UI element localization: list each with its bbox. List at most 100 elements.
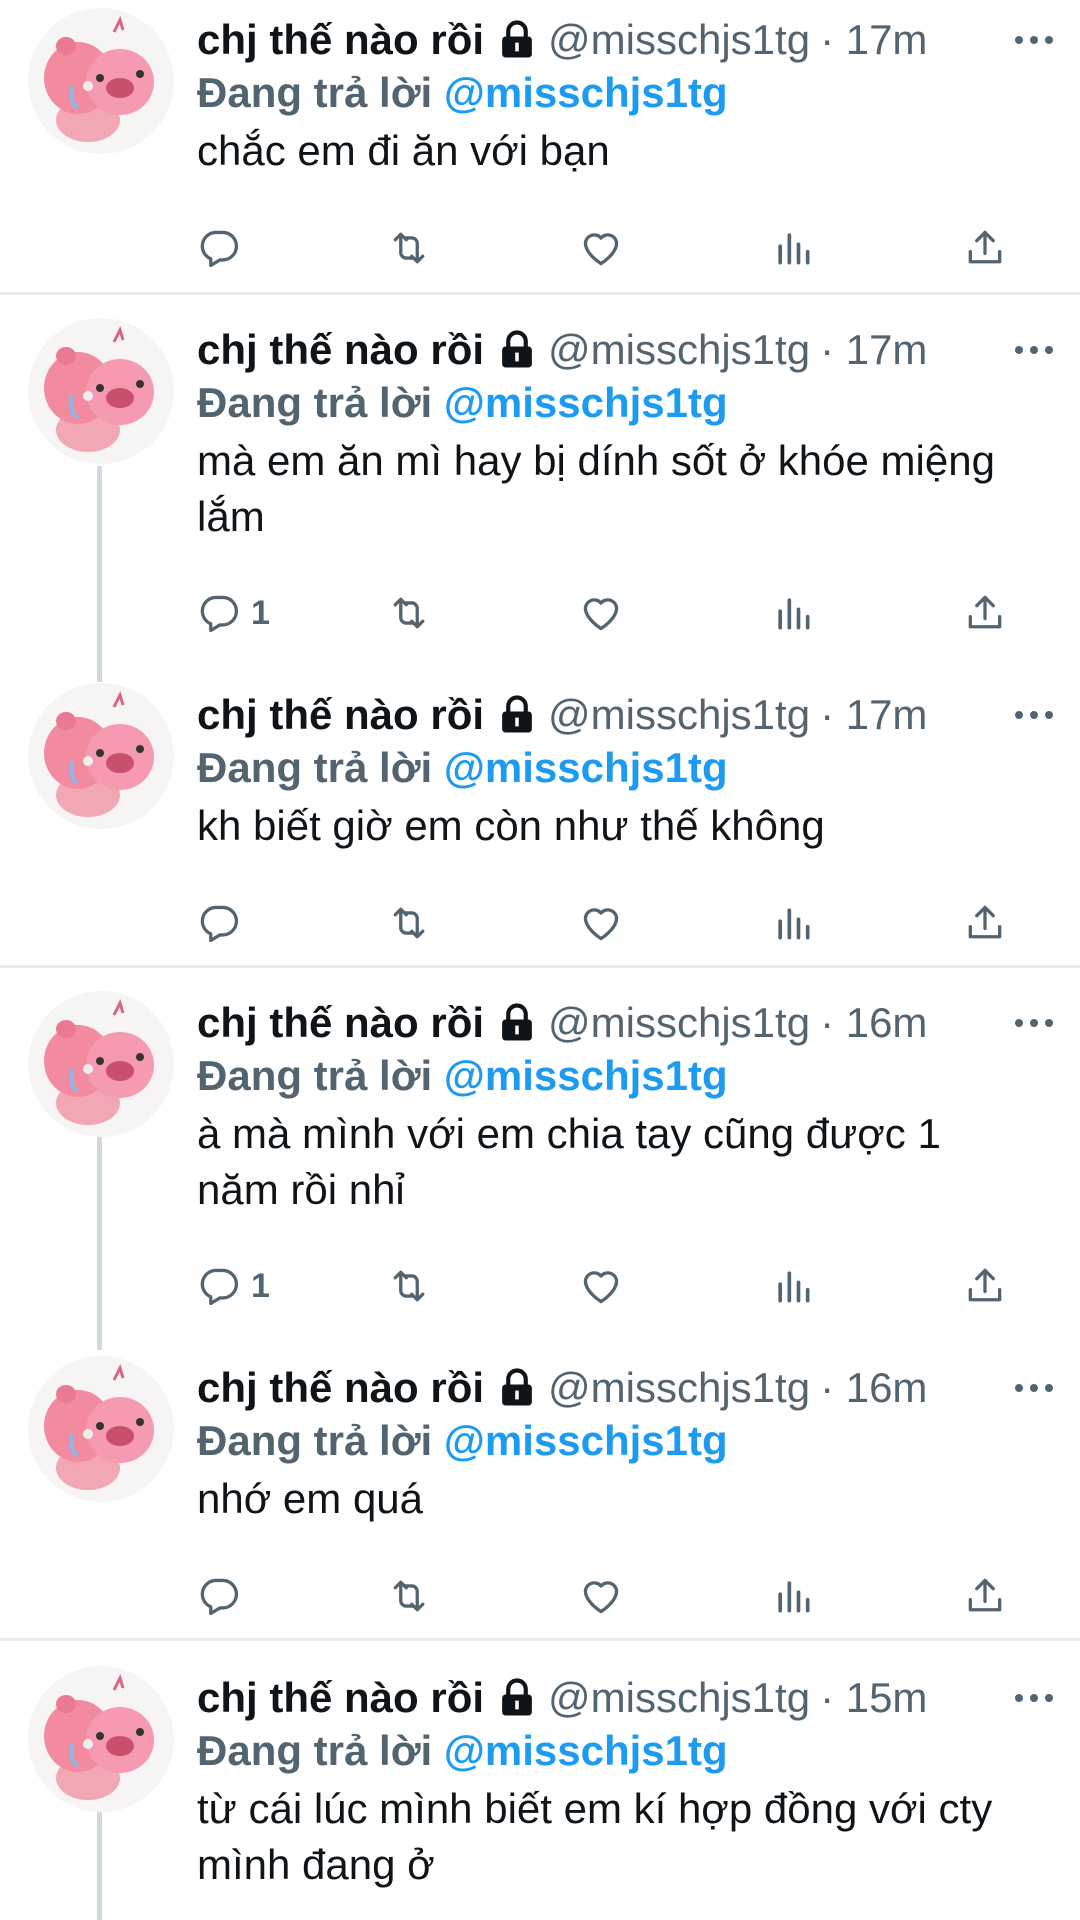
tweet[interactable]: chj thế nào rồi @misschjs1tg · 17m Đang … (0, 0, 1080, 295)
views-button[interactable] (771, 1568, 815, 1624)
like-button[interactable] (579, 220, 623, 276)
tweet-timestamp[interactable]: · 16m (820, 993, 927, 1053)
heart-icon (579, 1264, 623, 1308)
tweet-timestamp[interactable]: · 17m (820, 10, 927, 70)
retweet-button[interactable] (387, 895, 431, 951)
display-name[interactable]: chj thế nào rồi (197, 1358, 484, 1418)
tweet-timestamp[interactable]: · 16m (820, 1358, 927, 1418)
retweet-button[interactable] (387, 1258, 431, 1314)
tweet-timestamp[interactable]: · 15m (820, 1668, 927, 1728)
tweet-header: chj thế nào rồi @misschjs1tg · 16m (197, 993, 1037, 1053)
views-button[interactable] (771, 220, 815, 276)
avatar[interactable] (28, 1666, 174, 1812)
share-icon (963, 901, 1007, 945)
more-options-icon[interactable] (1009, 10, 1059, 70)
avatar[interactable] (28, 8, 174, 154)
tweet[interactable]: chj thế nào rồi @misschjs1tg · 17m Đang … (0, 675, 1080, 965)
tweet[interactable]: chj thế nào rồi @misschjs1tg · 15m Đang … (0, 1658, 1080, 1920)
tweet-header: chj thế nào rồi @misschjs1tg · 17m (197, 685, 1037, 745)
lock-icon (496, 1367, 538, 1409)
more-options-icon[interactable] (1009, 685, 1059, 745)
username-handle[interactable]: @misschjs1tg (548, 685, 810, 745)
like-button[interactable] (579, 895, 623, 951)
views-button[interactable] (771, 585, 815, 641)
share-button[interactable] (963, 1258, 1007, 1314)
heart-icon (579, 591, 623, 635)
reply-button[interactable]: 1 (197, 585, 270, 641)
replying-to: Đang trả lời @misschjs1tg (197, 65, 728, 121)
reply-mention-link[interactable]: @misschjs1tg (444, 1052, 728, 1099)
analytics-icon (771, 1574, 815, 1618)
reply-button[interactable] (197, 895, 251, 951)
reply-mention-link[interactable]: @misschjs1tg (444, 379, 728, 426)
reply-icon (197, 901, 241, 945)
username-handle[interactable]: @misschjs1tg (548, 1668, 810, 1728)
avatar[interactable] (28, 318, 174, 464)
tweet[interactable]: chj thế nào rồi @misschjs1tg · 17m Đang … (0, 310, 1080, 670)
heart-icon (579, 901, 623, 945)
tweet-timestamp[interactable]: · 17m (820, 320, 927, 380)
lock-icon (496, 1677, 538, 1719)
display-name[interactable]: chj thế nào rồi (197, 685, 484, 745)
reply-mention-link[interactable]: @misschjs1tg (444, 69, 728, 116)
username-handle[interactable]: @misschjs1tg (548, 320, 810, 380)
heart-icon (579, 226, 623, 270)
tweet-header: chj thế nào rồi @misschjs1tg · 17m (197, 10, 1037, 70)
retweet-button[interactable] (387, 1568, 431, 1624)
retweet-button[interactable] (387, 220, 431, 276)
reply-mention-link[interactable]: @misschjs1tg (444, 1417, 728, 1464)
avatar[interactable] (28, 683, 174, 829)
reply-button[interactable] (197, 1568, 251, 1624)
lock-icon (496, 329, 538, 371)
like-button[interactable] (579, 585, 623, 641)
username-handle[interactable]: @misschjs1tg (548, 10, 810, 70)
display-name[interactable]: chj thế nào rồi (197, 320, 484, 380)
display-name[interactable]: chj thế nào rồi (197, 1668, 484, 1728)
reply-button[interactable] (197, 220, 251, 276)
username-handle[interactable]: @misschjs1tg (548, 1358, 810, 1418)
share-button[interactable] (963, 1568, 1007, 1624)
tweet-actions: 1 (197, 1258, 1027, 1314)
more-options-icon[interactable] (1009, 1668, 1059, 1728)
more-options-icon[interactable] (1009, 1358, 1059, 1418)
tweet-text: kh biết giờ em còn như thế không (197, 802, 825, 849)
reply-mention-link[interactable]: @misschjs1tg (444, 744, 728, 791)
username-handle[interactable]: @misschjs1tg (548, 993, 810, 1053)
reply-mention-link[interactable]: @misschjs1tg (444, 1727, 728, 1774)
divider (0, 292, 1080, 295)
tweet[interactable]: chj thế nào rồi @misschjs1tg · 16m Đang … (0, 1348, 1080, 1638)
display-name[interactable]: chj thế nào rồi (197, 10, 484, 70)
share-button[interactable] (963, 220, 1007, 276)
like-button[interactable] (579, 1568, 623, 1624)
views-button[interactable] (771, 895, 815, 951)
more-options-icon[interactable] (1009, 320, 1059, 380)
reply-count: 1 (251, 1266, 270, 1305)
views-button[interactable] (771, 1258, 815, 1314)
analytics-icon (771, 591, 815, 635)
reply-button[interactable]: 1 (197, 1258, 270, 1314)
reply-icon (197, 591, 241, 635)
retweet-button[interactable] (387, 585, 431, 641)
tweet-header: chj thế nào rồi @misschjs1tg · 16m (197, 1358, 1037, 1418)
tweet-actions (197, 220, 1027, 276)
avatar[interactable] (28, 991, 174, 1137)
reply-count: 1 (251, 593, 270, 632)
tweet-actions (197, 1568, 1027, 1624)
display-name[interactable]: chj thế nào rồi (197, 993, 484, 1053)
avatar[interactable] (28, 1356, 174, 1502)
heart-icon (579, 1574, 623, 1618)
tweet-timestamp[interactable]: · 17m (820, 685, 927, 745)
retweet-icon (387, 901, 431, 945)
tweet[interactable]: chj thế nào rồi @misschjs1tg · 16m Đang … (0, 983, 1080, 1338)
share-button[interactable] (963, 585, 1007, 641)
like-button[interactable] (579, 1258, 623, 1314)
replying-to: Đang trả lời @misschjs1tg (197, 375, 728, 431)
replying-to: Đang trả lời @misschjs1tg (197, 1048, 728, 1104)
retweet-icon (387, 591, 431, 635)
tweet-actions (197, 895, 1027, 951)
share-button[interactable] (963, 895, 1007, 951)
more-options-icon[interactable] (1009, 993, 1059, 1053)
replying-to: Đang trả lời @misschjs1tg (197, 1723, 728, 1779)
reply-icon (197, 226, 241, 270)
divider (0, 965, 1080, 968)
